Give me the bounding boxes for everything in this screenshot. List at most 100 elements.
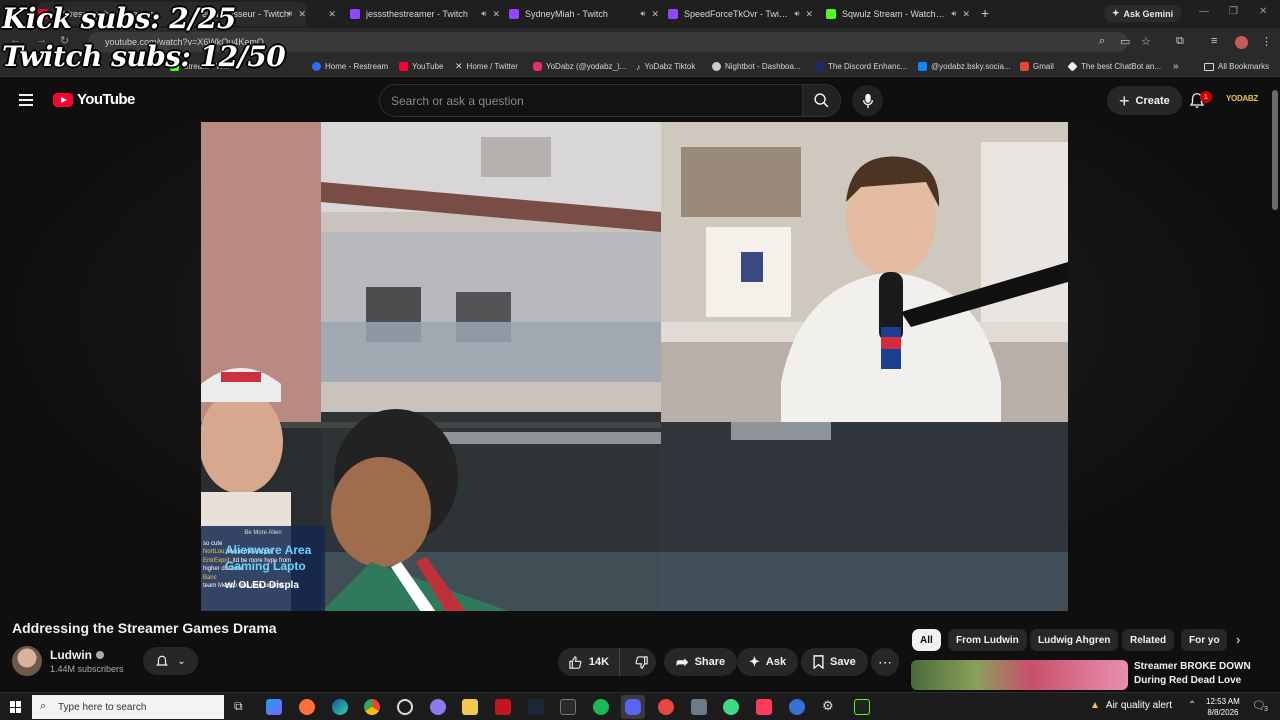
dislike-button[interactable] xyxy=(626,655,656,670)
settings-gear-icon[interactable]: ⚙ xyxy=(822,698,834,714)
speaker-icon[interactable]: 🔊︎ xyxy=(481,9,486,19)
video-player[interactable]: Be More Alien so cute NortLou: bleue mes… xyxy=(0,122,1280,611)
related-video-thumbnail[interactable] xyxy=(911,660,1128,690)
taskbar-search-input[interactable]: ⌕ Type here to search xyxy=(32,695,224,719)
speaker-icon[interactable]: 🔊︎ xyxy=(794,9,799,19)
obs-icon[interactable] xyxy=(397,699,413,715)
tab-jesssthestreamer[interactable]: jesssthestreamer - Twitch 🔊︎ ✕ xyxy=(350,2,500,26)
speaker-icon[interactable]: 🔊︎ xyxy=(951,9,956,19)
tab-title: SpeedForceTkOvr - Twitch xyxy=(684,9,789,19)
close-tab-icon[interactable]: ✕ xyxy=(328,9,336,20)
tab-sydneymiah[interactable]: SydneyMiah - Twitch 🔊︎ ✕ xyxy=(509,2,659,26)
create-button[interactable]: + Create xyxy=(1107,86,1182,115)
related-video-title[interactable]: Streamer BROKE DOWN During Red Dead Love xyxy=(1134,660,1274,688)
minimize-button[interactable]: — xyxy=(1199,6,1209,17)
video-frame[interactable]: Be More Alien so cute NortLou: bleue mes… xyxy=(201,122,1068,611)
chip-related[interactable]: Related xyxy=(1122,629,1175,651)
bookmark-star-icon[interactable]: ☆ xyxy=(1141,35,1151,48)
youtube-logo[interactable]: YouTube xyxy=(53,91,135,108)
app-circle-icon[interactable] xyxy=(658,699,674,715)
bookmark-restream[interactable]: Home - Restream xyxy=(312,60,388,73)
tab-speedforce[interactable]: SpeedForceTkOvr - Twitch 🔊︎ ✕ xyxy=(668,2,813,26)
close-tab-icon[interactable]: ✕ xyxy=(962,9,970,20)
create-label: Create xyxy=(1135,94,1170,107)
bookmark-label: The best ChatBot an... xyxy=(1081,62,1162,71)
channel-name-link[interactable]: Ludwin xyxy=(50,648,104,662)
menu-icon[interactable] xyxy=(19,94,33,106)
like-button[interactable]: 14K xyxy=(558,648,620,676)
chip-ludwig-ahgren[interactable]: Ludwig Ahgren xyxy=(1030,629,1119,651)
ask-label: Ask xyxy=(765,656,787,668)
zoom-icon[interactable]: ⌕ xyxy=(1099,35,1105,48)
task-view-icon[interactable]: ⧉ xyxy=(234,699,243,714)
bookmark-nightbot[interactable]: Nightbot - Dashboa... xyxy=(712,60,801,73)
share-button[interactable]: ➦ Share xyxy=(664,648,738,676)
chatbot-icon xyxy=(1067,61,1078,72)
search-input[interactable]: Search or ask a question xyxy=(379,84,803,117)
kick-app-icon[interactable] xyxy=(854,699,870,715)
app-icon[interactable] xyxy=(430,699,446,715)
bookmark-instagram[interactable]: YoDabz (@yodabz_)... xyxy=(533,60,626,73)
search-button[interactable] xyxy=(803,84,841,117)
ask-button[interactable]: ✦ Ask xyxy=(737,648,799,676)
chip-from-ludwin[interactable]: From Ludwin xyxy=(948,629,1027,651)
chevron-right-icon[interactable]: › xyxy=(1236,632,1240,647)
new-tab-button[interactable]: + xyxy=(981,5,989,21)
more-dots-icon: ⋯ xyxy=(878,653,892,670)
bookmark-gmail[interactable]: Gmail xyxy=(1020,60,1054,73)
save-button[interactable]: Save xyxy=(801,648,868,676)
copilot-icon[interactable] xyxy=(266,699,282,715)
maximize-button[interactable]: ❐ xyxy=(1229,6,1238,17)
close-tab-icon[interactable]: ✕ xyxy=(651,9,659,20)
chat-header: Be More Alien xyxy=(244,530,282,536)
air-quality-alert[interactable]: ▲ Air quality alert xyxy=(1090,700,1172,711)
bookmark-bluesky[interactable]: @yodabz.bsky.socia... xyxy=(918,60,1011,73)
extensions-icon[interactable]: ⧉ xyxy=(1176,35,1184,48)
channel-avatar[interactable] xyxy=(12,646,42,676)
edge-icon[interactable] xyxy=(332,699,348,715)
bookmark-twitter[interactable]: ✕ Home / Twitter xyxy=(455,60,518,73)
steam-icon[interactable] xyxy=(528,699,544,715)
tab-sqwulz[interactable]: Sqwulz Stream - Watch Live 🔊︎ ✕ xyxy=(826,2,970,26)
system-clock[interactable]: 12:53 AM 8/8/2026 xyxy=(1206,696,1240,718)
windows-start-icon[interactable] xyxy=(10,701,22,713)
browser-menu-icon[interactable]: ⋮ xyxy=(1261,35,1272,48)
profile-avatar[interactable] xyxy=(1235,36,1248,49)
chip-all[interactable]: All xyxy=(912,629,941,651)
ask-gemini-button[interactable]: ✦ Ask Gemini xyxy=(1104,5,1182,22)
close-tab-icon[interactable]: ✕ xyxy=(492,9,500,20)
file-explorer-icon[interactable] xyxy=(462,699,478,715)
more-actions-button[interactable]: ⋯ xyxy=(871,648,899,676)
microphone-icon xyxy=(862,93,873,108)
account-avatar[interactable]: YODABZ xyxy=(1226,94,1258,103)
chrome-icon[interactable] xyxy=(364,699,380,715)
close-tab-icon[interactable]: ✕ xyxy=(805,9,813,20)
app-window-icon[interactable] xyxy=(691,699,707,715)
firefox-icon[interactable] xyxy=(299,699,315,715)
app-blue-icon[interactable] xyxy=(789,699,805,715)
spotify-icon[interactable] xyxy=(593,699,609,715)
page-scrollbar[interactable] xyxy=(1272,90,1278,210)
discord-icon[interactable] xyxy=(625,699,641,715)
chip-for-you[interactable]: For yo xyxy=(1181,629,1227,651)
tray-chevron-up-icon[interactable]: ⌃ xyxy=(1188,700,1196,711)
cast-icon[interactable]: ▭ xyxy=(1120,35,1130,48)
bookmark-chatbot[interactable]: The best ChatBot an... xyxy=(1067,60,1162,73)
notification-count: 3 xyxy=(1264,706,1268,713)
epic-games-icon[interactable] xyxy=(560,699,576,715)
tiktok-studio-icon[interactable] xyxy=(756,699,772,715)
subscription-bell-button[interactable]: ⌄ xyxy=(143,647,198,675)
bookmark-label: Home - Restream xyxy=(325,62,389,71)
more-bookmarks-chevron-icon[interactable]: » xyxy=(1173,60,1179,73)
app-red-icon[interactable] xyxy=(495,699,511,715)
all-bookmarks-button[interactable]: All Bookmarks xyxy=(1204,60,1269,73)
video-title: Addressing the Streamer Games Drama xyxy=(12,620,277,636)
bookmark-discord-enhancer[interactable]: The Discord Enhanc... xyxy=(815,60,907,73)
media-controls-icon[interactable]: ≡ xyxy=(1211,35,1217,47)
voice-search-button[interactable] xyxy=(852,85,883,116)
bookmark-youtube[interactable]: YouTube xyxy=(399,60,443,73)
speaker-icon[interactable]: 🔊︎ xyxy=(640,9,645,19)
close-window-button[interactable]: ✕ xyxy=(1259,6,1267,17)
bookmark-tiktok[interactable]: ♪ YoDabz Tiktok xyxy=(636,60,695,73)
app-green-icon[interactable] xyxy=(723,699,739,715)
